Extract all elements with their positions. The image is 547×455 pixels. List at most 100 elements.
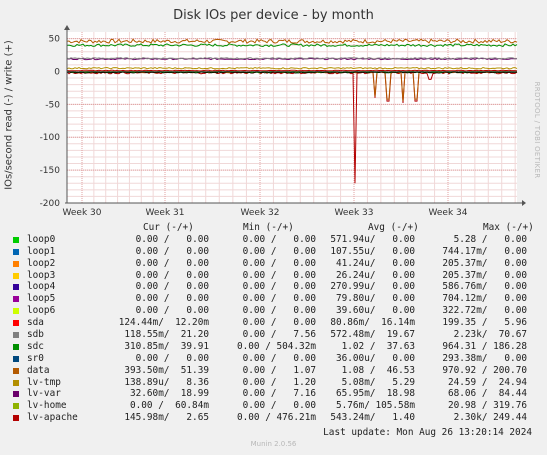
legend-swatch	[13, 320, 19, 327]
legend-row: sr0 0.00 / 0.00 0.00 / 0.00 36.00u/ 0.00 293…	[13, 353, 543, 365]
y-tick-label: 50	[49, 35, 61, 45]
legend-row: lv-var 32.60m/ 18.99 0.00 / 7.16 65.95m/ 18…	[13, 388, 543, 400]
legend-header-avg: Avg (-/+)	[368, 222, 419, 233]
legend-name: sr0	[27, 352, 44, 364]
y-axis-arrow	[64, 25, 70, 30]
legend-max: 205.37m/ 0.00	[442, 269, 527, 281]
legend-min: 0.00 / 504.32m	[236, 340, 316, 352]
legend-row: loop2 0.00 / 0.00 0.00 / 0.00 41.24u/ 0.00 2…	[13, 258, 543, 270]
legend-swatch	[13, 272, 19, 279]
legend-avg: 41.24u/ 0.00	[335, 257, 415, 269]
legend-swatch	[13, 343, 19, 350]
legend-avg: 80.86m/ 16.14m	[330, 317, 415, 329]
legend-name: loop1	[27, 245, 56, 257]
legend-min: 0.00 / 0.00	[242, 293, 316, 305]
legend-row: loop1 0.00 / 0.00 0.00 / 0.00 107.55u/ 0.00…	[13, 246, 543, 258]
y-tick-label: -150	[40, 166, 61, 176]
legend-avg: 26.24u/ 0.00	[335, 269, 415, 281]
legend-name: lv-tmp	[27, 376, 61, 388]
legend-cur: 0.00 / 0.00	[135, 257, 209, 269]
legend-avg: 79.80u/ 0.00	[335, 293, 415, 305]
legend-cur: 0.00 / 0.00	[135, 293, 209, 305]
legend-max: 205.37m/ 0.00	[442, 257, 527, 269]
legend-max: 2.23k/ 70.67	[453, 329, 527, 341]
x-axis-arrow	[522, 200, 526, 206]
x-tick-label: Week 31	[146, 208, 185, 218]
x-tick-label: Week 32	[241, 208, 280, 218]
legend-min: 0.00 / 0.00	[242, 257, 316, 269]
legend-swatch	[13, 379, 19, 386]
legend-max: 322.72m/ 0.00	[442, 305, 527, 317]
legend-header-cur: Cur (-/+)	[143, 222, 194, 233]
legend-row: lv-apache 145.98m/ 2.65 0.00 / 476.21m 543.…	[13, 412, 543, 424]
legend-max: 964.31 / 186.28	[442, 340, 527, 352]
legend-cur: 0.00 / 0.00	[135, 245, 209, 257]
legend-name: lv-home	[27, 400, 67, 412]
legend-swatch	[13, 415, 19, 422]
legend-avg: 107.55u/ 0.00	[330, 245, 415, 257]
legend-name: data	[27, 364, 50, 376]
legend-name: sdc	[27, 340, 44, 352]
legend-min: 0.00 / 1.20	[242, 376, 316, 388]
legend-avg: 5.76m/ 105.58m	[335, 400, 415, 412]
legend-cur: 0.00 / 0.00	[135, 269, 209, 281]
legend-max: 293.38m/ 0.00	[442, 352, 527, 364]
legend-min: 0.00 / 0.00	[242, 305, 316, 317]
legend-name: lv-apache	[27, 412, 78, 424]
legend-cur: 393.50m/ 51.39	[124, 364, 209, 376]
legend-name: loop6	[27, 305, 56, 317]
legend-avg: 1.08 / 46.53	[341, 364, 415, 376]
legend-header-min: Min (-/+)	[243, 222, 294, 233]
legend-row: sdc 310.85m/ 39.91 0.00 / 504.32m 1.02 / 37…	[13, 341, 543, 353]
legend-header: Cur (-/+) Min (-/+) Avg (-/+) Max (-/+)	[13, 222, 543, 234]
legend-cur: 32.60m/ 18.99	[129, 388, 209, 400]
legend-cur: 0.00 / 0.00	[135, 352, 209, 364]
legend-min: 0.00 / 0.00	[242, 245, 316, 257]
legend-cur: 0.00 / 0.00	[135, 281, 209, 293]
legend-row: sdb 118.55m/ 21.20 0.00 / 7.56 572.48m/ 19.…	[13, 329, 543, 341]
legend-min: 0.00 / 476.21m	[236, 412, 316, 424]
x-tick-label: Week 30	[63, 208, 102, 218]
x-tick-label: Week 33	[335, 208, 374, 218]
legend-min: 0.00 / 7.56	[242, 329, 316, 341]
legend-row: loop0 0.00 / 0.00 0.00 / 0.00 571.94u/ 0.00…	[13, 234, 543, 246]
legend-min: 0.00 / 0.00	[242, 269, 316, 281]
legend-max: 24.59 / 24.94	[447, 376, 527, 388]
legend-max: 68.06 / 84.44	[447, 388, 527, 400]
legend-row: data 393.50m/ 51.39 0.00 / 1.07 1.08 / 46.5…	[13, 365, 543, 377]
legend-max: 586.76m/ 0.00	[442, 281, 527, 293]
legend-min: 0.00 / 0.00	[242, 281, 316, 293]
legend-avg: 36.00u/ 0.00	[335, 352, 415, 364]
legend-swatch	[13, 296, 19, 303]
legend-min: 0.00 / 0.00	[242, 352, 316, 364]
legend-row: lv-home 0.00 / 60.84m 0.00 / 0.00 5.76m/ 10…	[13, 400, 543, 412]
legend-row: sda 124.44m/ 12.20m 0.00 / 0.00 80.86m/ 16.…	[13, 317, 543, 329]
legend-max: 744.17m/ 0.00	[442, 245, 527, 257]
legend-avg: 65.95m/ 18.98	[335, 388, 415, 400]
legend-swatch	[13, 284, 19, 291]
legend-name: sdb	[27, 329, 44, 341]
x-tick-label: Week 34	[429, 208, 468, 218]
legend-min: 0.00 / 0.00	[242, 233, 316, 245]
legend-avg: 543.24m/ 1.40	[330, 412, 415, 424]
legend-name: loop2	[27, 257, 56, 269]
legend-name: loop4	[27, 281, 56, 293]
legend-avg: 572.48m/ 19.67	[330, 329, 415, 341]
legend-swatch	[13, 391, 19, 398]
legend-name: lv-var	[27, 388, 61, 400]
legend-cur: 118.55m/ 21.20	[124, 329, 209, 341]
legend-cur: 310.85m/ 39.91	[124, 340, 209, 352]
legend-name: sda	[27, 317, 44, 329]
y-tick-label: 0	[54, 67, 60, 77]
legend-min: 0.00 / 1.07	[242, 364, 316, 376]
legend-max: 970.92 / 200.70	[442, 364, 527, 376]
legend-swatch	[13, 355, 19, 362]
legend-min: 0.00 / 0.00	[242, 400, 316, 412]
legend-avg: 39.60u/ 0.00	[335, 305, 415, 317]
y-tick-label: -200	[40, 199, 61, 209]
legend-avg: 270.99u/ 0.00	[330, 281, 415, 293]
legend-max: 2.30k/ 249.44	[453, 412, 527, 424]
legend-row: loop5 0.00 / 0.00 0.00 / 0.00 79.80u/ 0.00 7…	[13, 293, 543, 305]
legend-min: 0.00 / 7.16	[242, 388, 316, 400]
legend-max: 5.28 / 0.00	[453, 233, 527, 245]
